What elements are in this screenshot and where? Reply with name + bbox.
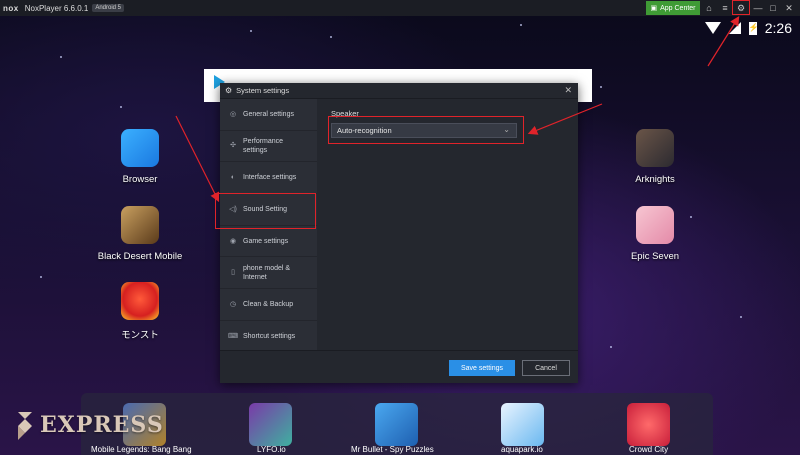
performance-icon: ✣ [230, 142, 236, 150]
arknights-icon [636, 129, 674, 167]
close-icon[interactable]: ✕ [782, 1, 796, 15]
app-monst[interactable]: モンスト [90, 282, 190, 341]
sidebar-item-interface[interactable]: ◐ Interface settings [220, 162, 317, 195]
gear-highlight-box [732, 0, 750, 15]
aquapark-icon[interactable] [501, 403, 544, 446]
epic-seven-icon [636, 206, 674, 244]
app-epic-seven[interactable]: Epic Seven [605, 206, 705, 262]
app-label: Epic Seven [630, 251, 680, 262]
sidebar-item-label: phone model & Internet [243, 264, 291, 281]
wifi-icon [704, 22, 721, 34]
minimize-icon[interactable]: — [751, 1, 765, 15]
android-badge: Android 5 [92, 4, 125, 12]
app-center-button[interactable]: ▣ App Center [646, 1, 700, 15]
app-label: Arknights [635, 174, 675, 185]
dock-label: aquapark.io [501, 445, 543, 454]
general-icon: ◎ [229, 110, 237, 118]
lyfo-icon[interactable] [249, 403, 292, 446]
sound-highlight-box [215, 193, 316, 229]
sidebar-item-performance[interactable]: ✣ Performance settings [220, 131, 317, 163]
app-dock: Mobile Legends: Bang Bang LYFO.io Mr Bul… [81, 393, 713, 455]
app-center-icon: ▣ [650, 5, 658, 12]
dialog-header: ⚙ System settings [220, 83, 578, 99]
sidebar-item-label: Game settings [243, 237, 289, 245]
clock: 2:26 [764, 20, 792, 36]
game-icon: ◉ [229, 237, 237, 245]
sidebar-item-shortcut[interactable]: ⌨ Shortcut settings [220, 321, 317, 353]
dialog-close-icon[interactable]: ✕ [564, 85, 572, 96]
signal-icon [728, 22, 741, 34]
dock-label: LYFO.io [257, 445, 286, 454]
crowd-city-icon[interactable] [627, 403, 670, 446]
battery-icon [748, 21, 759, 35]
app-label: モンスト [121, 330, 159, 341]
sidebar-item-label: Shortcut settings [243, 333, 296, 341]
phone-icon: ▯ [231, 269, 235, 277]
dock-label: Crowd City [629, 445, 669, 454]
menu-icon[interactable]: ≡ [718, 1, 732, 15]
monst-icon [121, 282, 159, 320]
sidebar-item-game[interactable]: ◉ Game settings [220, 226, 317, 258]
app-label: Black Desert Mobile [97, 251, 183, 262]
dock-label: Mobile Legends: Bang Bang [91, 445, 192, 454]
settings-gear-icon: ⚙ [225, 86, 233, 95]
sidebar-item-label: General settings [243, 110, 294, 118]
title-bar: nox NoxPlayer 6.6.0.1 Android 5 ▣ App Ce… [0, 0, 800, 16]
sidebar-item-label: Clean & Backup [243, 300, 294, 308]
dock-label: Mr Bullet - Spy Puzzles [351, 445, 434, 454]
speaker-highlight-box [328, 116, 524, 144]
nox-logo: nox [3, 3, 19, 13]
mr-bullet-icon[interactable] [375, 403, 418, 446]
sidebar-item-label: Performance settings [243, 137, 284, 155]
app-arknights[interactable]: Arknights [605, 129, 705, 185]
app-title: NoxPlayer 6.6.0.1 [24, 3, 89, 13]
black-desert-icon [121, 206, 159, 244]
express-watermark: EXPRESS [14, 410, 164, 440]
maximize-icon[interactable]: □ [766, 1, 780, 15]
app-label: Browser [122, 174, 158, 185]
app-black-desert[interactable]: Black Desert Mobile [90, 206, 190, 262]
sidebar-item-general[interactable]: ◎ General settings [220, 99, 317, 131]
express-logo-icon [18, 412, 32, 440]
interface-icon: ◐ [230, 174, 236, 182]
watermark-text: EXPRESS [40, 412, 164, 438]
status-bar: 2:26 [704, 20, 792, 36]
sidebar-item-clean[interactable]: ◷ Clean & Backup [220, 289, 317, 321]
app-browser[interactable]: Browser [90, 129, 190, 185]
shortcut-icon: ⌨ [228, 333, 239, 341]
dialog-footer: Save settings Cancel [220, 350, 578, 383]
clean-icon: ◷ [229, 300, 237, 308]
app-center-label: App Center [660, 4, 696, 12]
sidebar-item-phone[interactable]: ▯ phone model & Internet [220, 257, 317, 290]
browser-icon [121, 129, 159, 167]
shirt-icon[interactable]: ⌂ [702, 1, 716, 15]
sidebar-item-label: Interface settings [243, 174, 297, 182]
save-settings-button[interactable]: Save settings [449, 360, 515, 376]
cancel-button[interactable]: Cancel [522, 360, 570, 376]
dialog-title: System settings [236, 86, 290, 95]
